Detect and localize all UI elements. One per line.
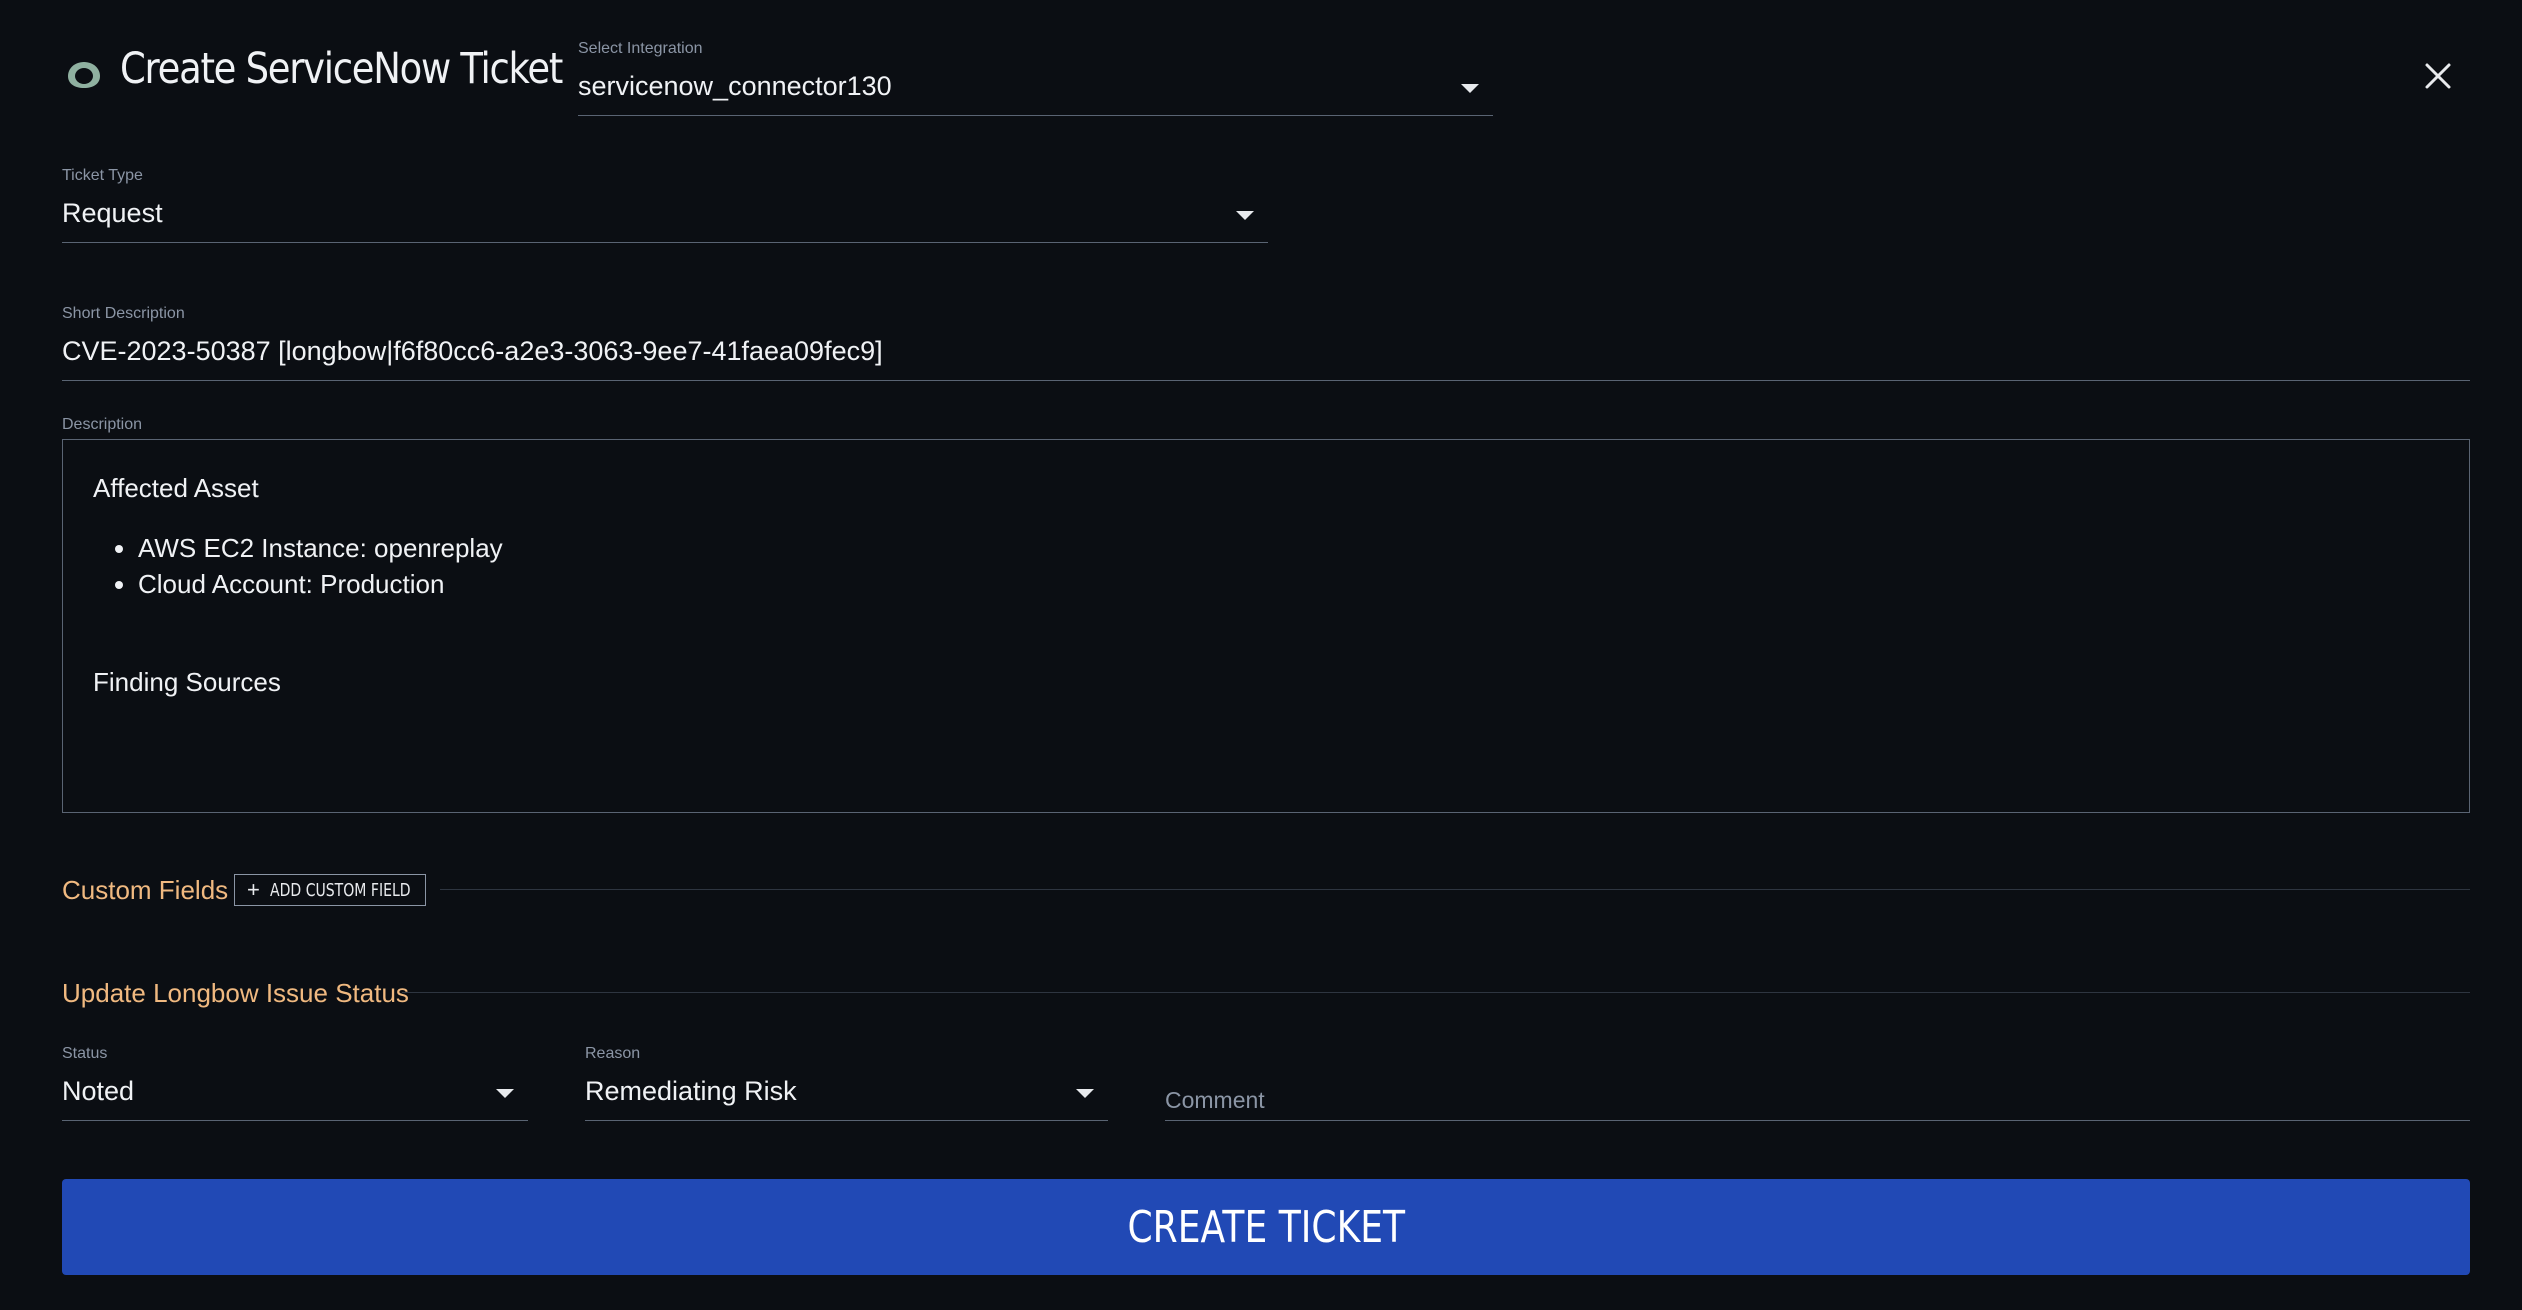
integration-select-underline xyxy=(578,115,1493,116)
chevron-down-icon[interactable] xyxy=(1236,211,1254,220)
longbow-logo-icon xyxy=(68,62,100,88)
ticket-type-underline xyxy=(62,242,1268,243)
ticket-type-select-value[interactable]: Request xyxy=(62,198,163,229)
integration-select-value[interactable]: servicenow_connector130 xyxy=(578,71,892,102)
description-editor[interactable] xyxy=(62,439,2470,813)
short-description-label: Short Description xyxy=(62,305,185,322)
dialog-title: Create ServiceNow Ticket xyxy=(120,44,563,94)
add-custom-field-button[interactable]: + ADD CUSTOM FIELD xyxy=(234,874,426,906)
custom-fields-title: Custom Fields xyxy=(62,875,229,905)
add-custom-field-label: ADD CUSTOM FIELD xyxy=(269,879,411,901)
status-underline xyxy=(62,1120,528,1121)
short-description-input[interactable]: CVE-2023-50387 [longbow|f6f80cc6-a2e3-30… xyxy=(62,336,883,367)
integration-label: Select Integration xyxy=(578,40,703,57)
finding-sources-heading: Finding Sources xyxy=(93,667,281,697)
ticket-type-label: Ticket Type xyxy=(62,167,143,184)
comment-underline xyxy=(1165,1120,2470,1121)
divider xyxy=(402,992,2470,993)
divider xyxy=(440,889,2470,890)
reason-select-value[interactable]: Remediating Risk xyxy=(585,1076,797,1107)
chevron-down-icon[interactable] xyxy=(1461,84,1479,93)
create-ticket-label: CREATE TICKET xyxy=(1127,1201,1405,1253)
status-select-value[interactable]: Noted xyxy=(62,1076,134,1107)
chevron-down-icon[interactable] xyxy=(1076,1089,1094,1098)
create-ticket-dialog: Create ServiceNow Ticket Select Integrat… xyxy=(0,0,2522,1310)
create-ticket-button[interactable]: CREATE TICKET xyxy=(62,1179,2470,1275)
description-label: Description xyxy=(62,416,143,433)
reason-underline xyxy=(585,1120,1108,1121)
plus-icon: + xyxy=(247,877,260,902)
list-item: AWS EC2 Instance: openreplay xyxy=(138,530,503,566)
comment-input[interactable]: Comment xyxy=(1165,1087,1265,1114)
status-label: Status xyxy=(62,1045,108,1062)
affected-asset-list: AWS EC2 Instance: openreplay Cloud Accou… xyxy=(102,530,503,602)
update-status-title: Update Longbow Issue Status xyxy=(62,978,409,1008)
chevron-down-icon[interactable] xyxy=(496,1089,514,1098)
reason-label: Reason xyxy=(585,1045,641,1062)
short-description-underline xyxy=(62,380,2470,381)
list-item: Cloud Account: Production xyxy=(138,566,503,602)
close-icon[interactable] xyxy=(2418,56,2458,96)
affected-asset-heading: Affected Asset xyxy=(93,473,259,503)
